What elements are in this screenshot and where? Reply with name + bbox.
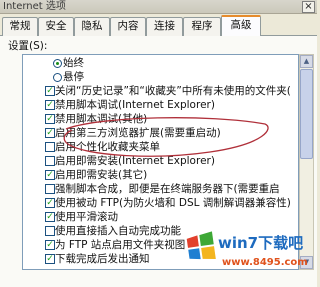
list-item-label: 禁用脚本调试(其他) <box>55 113 148 125</box>
list-item[interactable]: 启用即需安装(Internet Explorer) <box>23 155 298 168</box>
list-item-label: 悬停 <box>63 71 84 83</box>
checkbox[interactable]: ✓ <box>45 170 55 180</box>
checkbox[interactable]: ✓ <box>45 254 55 264</box>
tab-privacy[interactable]: 隐私 <box>74 17 110 36</box>
checkbox[interactable]: ✓ <box>45 100 55 110</box>
scroll-up-button[interactable]: ▲ <box>300 55 313 68</box>
tab-general[interactable]: 常规 <box>2 17 38 36</box>
window-title: Internet 选项 <box>3 1 66 12</box>
list-item[interactable]: 始终 <box>23 57 298 70</box>
list-item-label: 启用个性化收藏夹菜单 <box>55 141 160 153</box>
checkbox[interactable] <box>45 156 55 166</box>
list-item-label: 为 FTP 站点启用文件夹视图 <box>55 239 186 251</box>
tab-connections[interactable]: 连接 <box>146 17 183 36</box>
list-item[interactable]: ✓ 使用平滑滚动 <box>23 211 298 224</box>
watermark-brand: win7下载吧 <box>218 234 304 252</box>
list-item-label: 使用被动 FTP(为防火墙和 DSL 调制解调器兼容性) <box>55 197 291 209</box>
close-button[interactable]: × <box>302 1 315 13</box>
list-item[interactable]: ✓ 禁用脚本调试(Internet Explorer) <box>23 99 298 112</box>
checkbox[interactable] <box>45 184 55 194</box>
windows-logo-icon <box>186 231 216 260</box>
tab-strip: 常规 安全 隐私 内容 连接 程序 高级 <box>0 14 317 37</box>
checkbox[interactable]: ✓ <box>45 198 55 208</box>
list-item-label: 强制脚本合成，即便是在终端服务器下(需要重启 <box>55 183 280 195</box>
list-item-label: 启用第三方浏览器扩展(需要重启动) <box>55 127 221 139</box>
checkbox[interactable]: ✓ <box>45 212 55 222</box>
list-item-label: 禁用脚本调试(Internet Explorer) <box>55 99 215 111</box>
settings-label: 设置(S): <box>8 40 48 52</box>
checkbox[interactable]: ✓ <box>45 240 55 250</box>
list-item-label: 启用即需安装(其它) <box>55 169 148 181</box>
list-item[interactable]: ✓ 关闭“历史记录”和“收藏夹”中所有未使用的文件夹( <box>23 85 298 98</box>
list-item-label: 关闭“历史记录”和“收藏夹”中所有未使用的文件夹( <box>55 85 291 97</box>
list-item-label: 下载完成后发出通知 <box>55 253 150 265</box>
checkbox[interactable] <box>45 142 55 152</box>
list-item[interactable]: ✓ 使用被动 FTP(为防火墙和 DSL 调制解调器兼容性) <box>23 197 298 210</box>
list-item[interactable]: 悬停 <box>23 71 298 84</box>
tab-security[interactable]: 安全 <box>38 17 74 36</box>
list-item[interactable]: 启用个性化收藏夹菜单 <box>23 141 298 154</box>
list-item[interactable]: ✓ 启用第三方浏览器扩展(需要重启动) <box>23 127 298 140</box>
list-item-label: 使用直接插入自动完成功能 <box>55 225 181 237</box>
list-item[interactable]: 强制脚本合成，即便是在终端服务器下(需要重启 <box>23 183 298 196</box>
checkbox[interactable]: ✓ <box>45 114 55 124</box>
checkbox[interactable]: ✓ <box>45 86 55 96</box>
radio-button[interactable] <box>53 73 62 82</box>
tab-content[interactable]: 内容 <box>110 17 146 36</box>
checkbox[interactable] <box>45 226 55 236</box>
checkbox[interactable]: ✓ <box>45 128 55 138</box>
list-item-label: 启用即需安装(Internet Explorer) <box>55 155 215 167</box>
title-bar: Internet 选项 × <box>0 0 317 14</box>
list-item-label: 使用平滑滚动 <box>55 211 118 223</box>
watermark-url: www.8495.com <box>222 257 308 268</box>
radio-button[interactable] <box>53 59 62 68</box>
tab-advanced[interactable]: 高级 <box>221 15 261 37</box>
scroll-thumb[interactable] <box>300 69 313 159</box>
list-item-label: 始终 <box>63 57 84 69</box>
list-item[interactable]: ✓ 禁用脚本调试(其他) <box>23 113 298 126</box>
tab-programs[interactable]: 程序 <box>183 17 221 36</box>
list-item[interactable]: ✓ 启用即需安装(其它) <box>23 169 298 182</box>
